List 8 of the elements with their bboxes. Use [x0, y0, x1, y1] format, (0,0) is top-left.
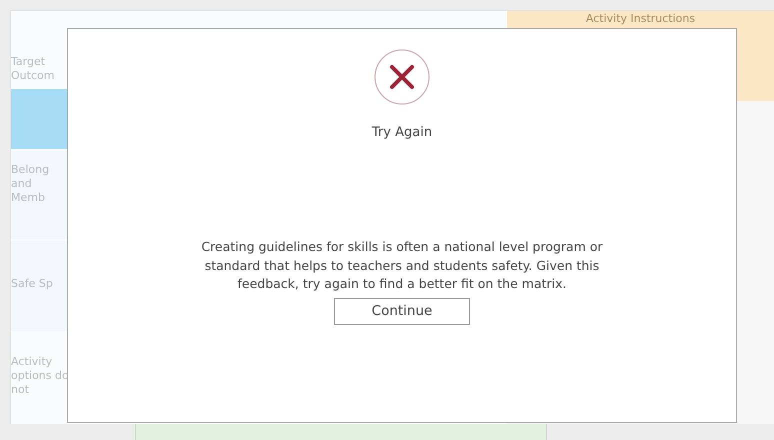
outcome-label: Safe Sp [11, 241, 69, 331]
error-x-icon [374, 49, 430, 105]
outcome-cell [11, 89, 69, 149]
outcome-label: Target Outcom [11, 54, 56, 84]
dialog-title: Try Again [372, 125, 432, 140]
outcome-label: Belong and Memb [11, 151, 69, 239]
continue-button[interactable]: Continue [334, 298, 470, 324]
feedback-message: Creating guidelines for skills is often a national level program or standard that helps to teachers and students safety. Given this feedback, try again to find a better fit on the matrix. [200, 238, 604, 293]
